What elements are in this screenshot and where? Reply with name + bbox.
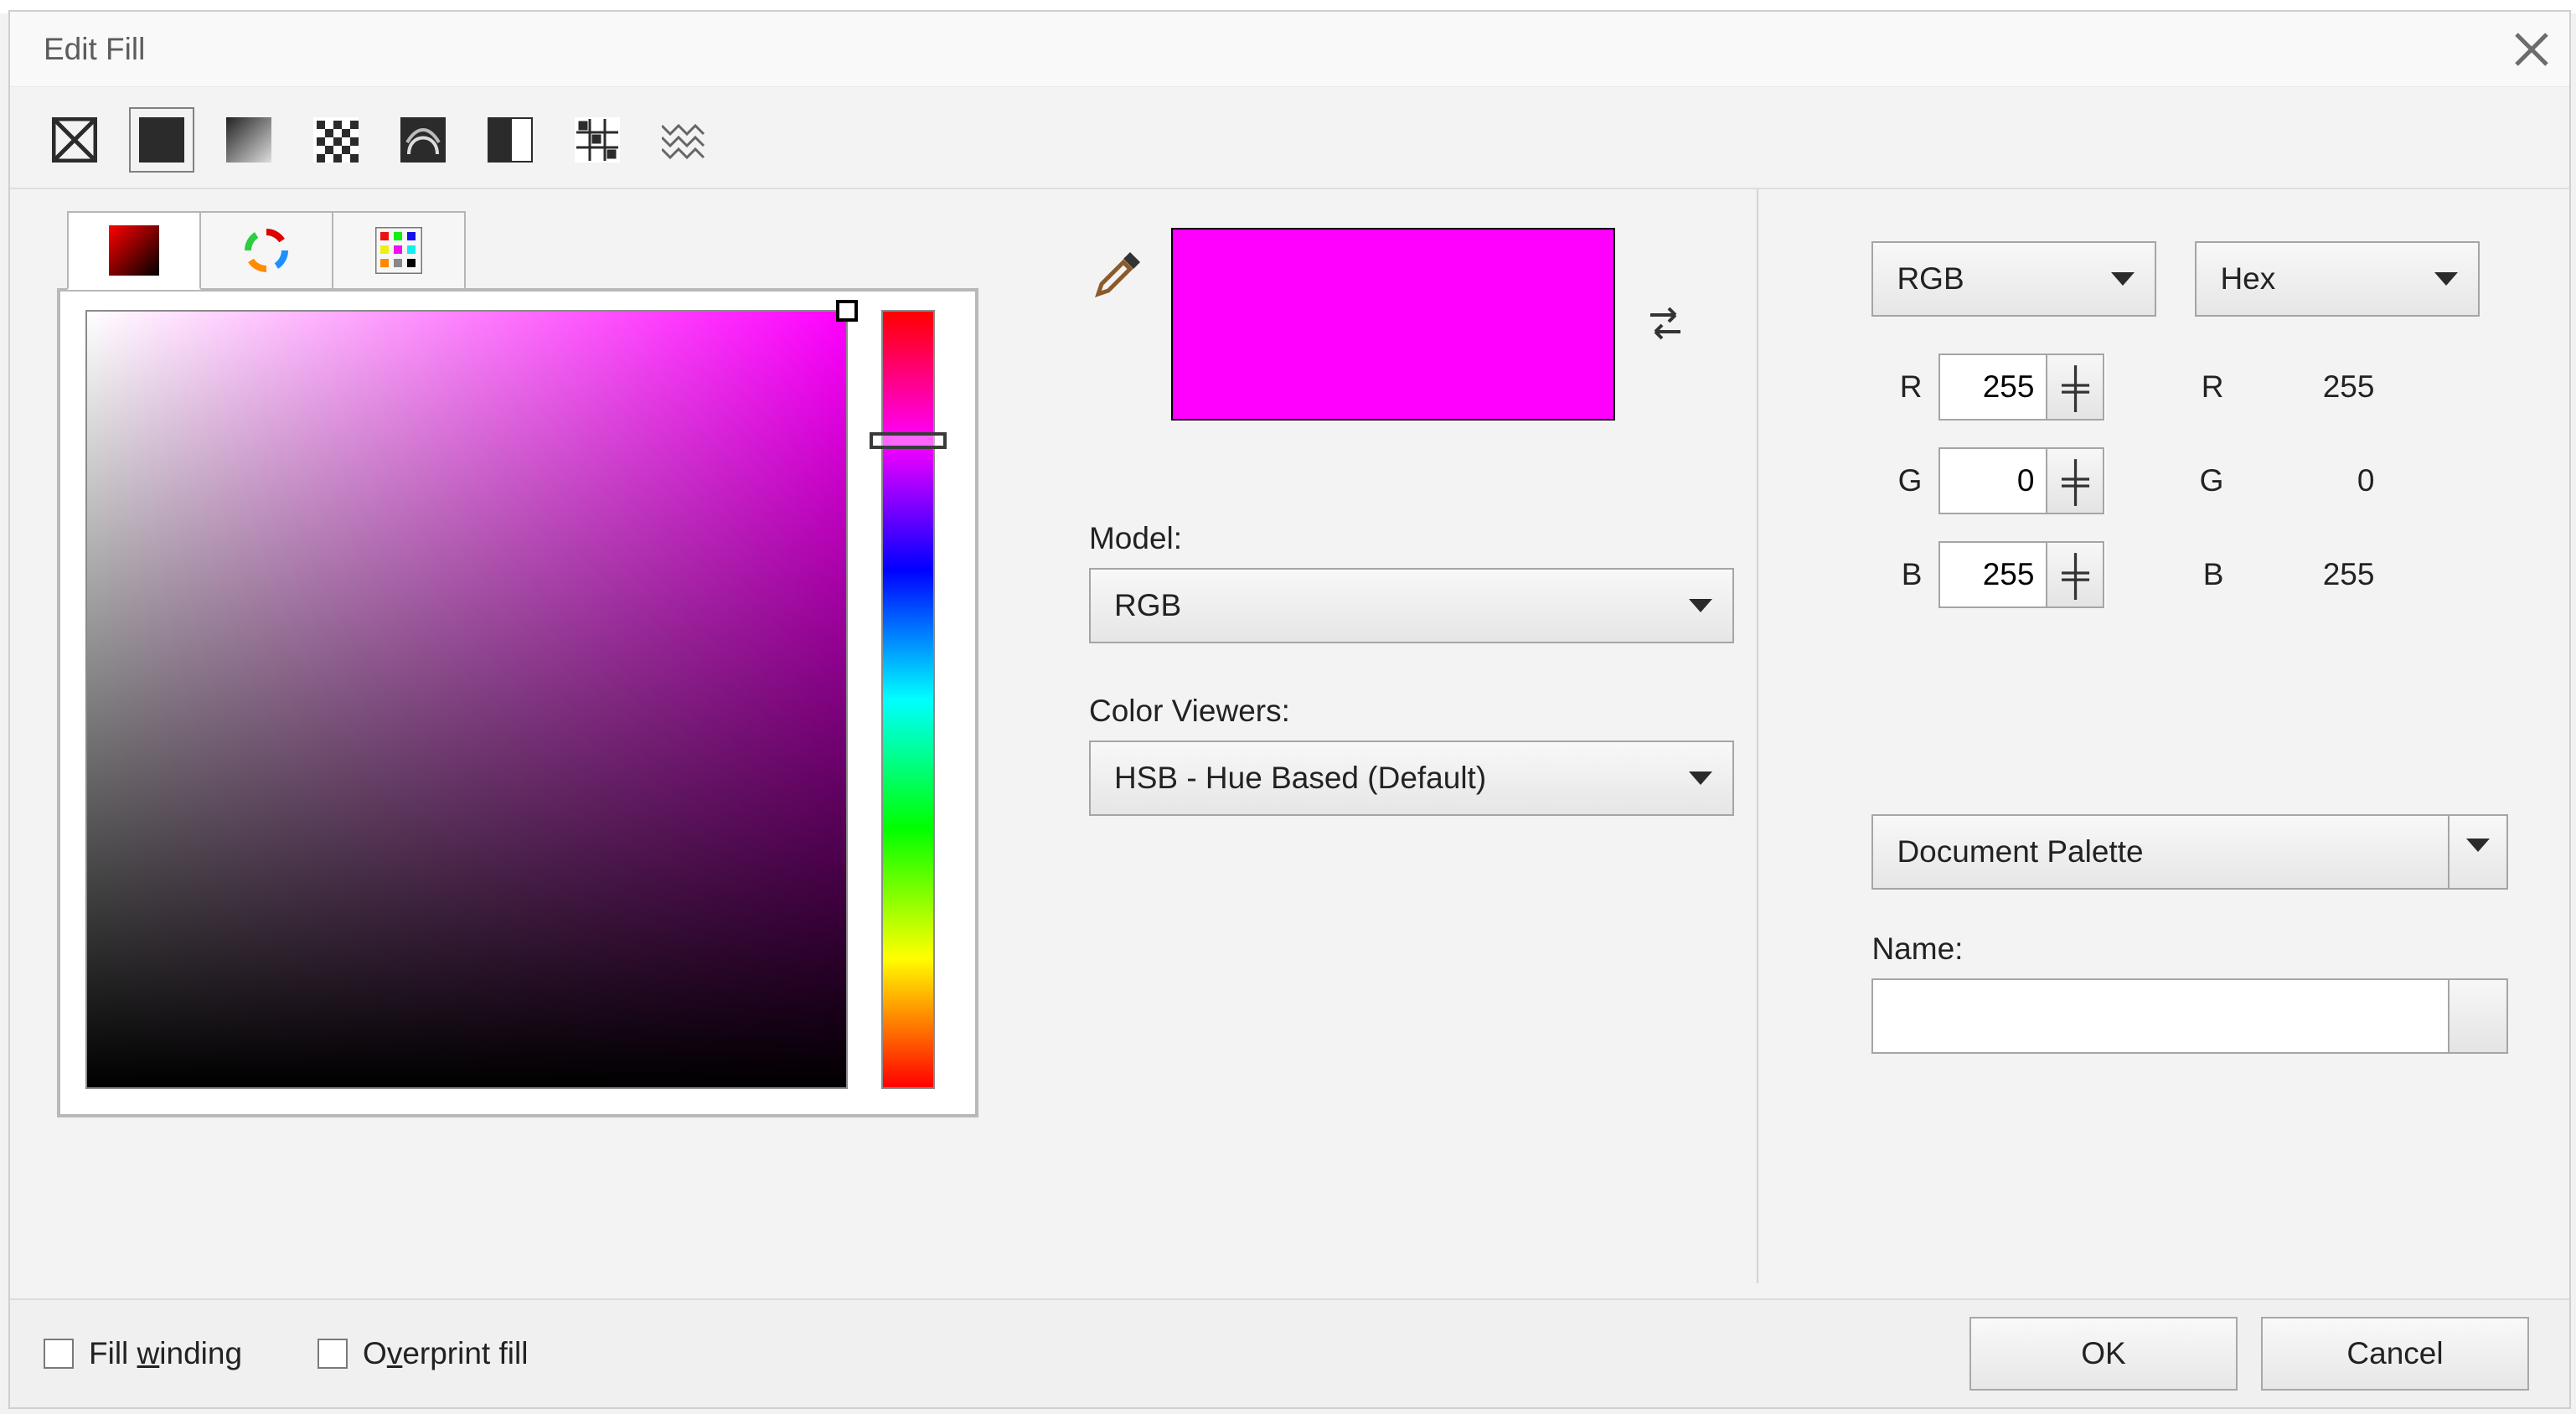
chevron-down-icon [2111, 272, 2135, 286]
postscript-fill-icon [662, 117, 707, 163]
color-viewers-label: Color Viewers: [1089, 694, 1763, 729]
texture-fill-button[interactable] [565, 107, 630, 173]
content-area: Model: RGB Color Viewers: HSB - Hue Base… [10, 189, 2569, 1300]
numeric-model-value: RGB [1897, 261, 1964, 297]
r-spin-button[interactable]: ╪ [2046, 354, 2104, 421]
g-input[interactable] [1938, 447, 2046, 514]
model-value: RGB [1114, 588, 1181, 623]
rgb-inputs: R ╪ R 255 G ╪ [1871, 340, 2537, 622]
name-dropdown-button[interactable] [2448, 980, 2506, 1052]
numeric-model-dropdown[interactable]: RGB [1871, 241, 2156, 317]
saturation-value-field[interactable] [85, 310, 848, 1089]
dialog-footer: Fill winding Overprint fill OK Cancel [10, 1298, 2569, 1407]
picker-pane [57, 211, 1039, 1283]
name-label: Name: [1871, 931, 2537, 967]
model-pane: Model: RGB Color Viewers: HSB - Hue Base… [1089, 211, 1763, 1283]
two-color-button[interactable] [478, 107, 543, 173]
titlebar: Edit Fill [10, 12, 2569, 87]
chevron-down-icon [2434, 272, 2458, 286]
uniform-fill-button[interactable] [129, 107, 194, 173]
eyedropper-button[interactable] [1089, 245, 1148, 303]
hue-marker[interactable] [870, 432, 947, 449]
chevron-down-icon [1689, 599, 1712, 612]
ok-button[interactable]: OK [1969, 1317, 2238, 1391]
color-wheel-icon [243, 227, 290, 274]
chevron-down-icon [1689, 772, 1712, 785]
b-spin-button[interactable]: ╪ [2046, 541, 2104, 608]
swap-icon [1642, 298, 1689, 345]
color-picker-box [57, 288, 978, 1117]
numeric-pane: RGB Hex R ╪ R 255 [1871, 211, 2537, 1283]
color-viewers-value: HSB - Hue Based (Default) [1114, 761, 1486, 796]
r-hex-value: 255 [2299, 369, 2374, 405]
b-input[interactable] [1938, 541, 2046, 608]
picker-tab-palettes[interactable] [332, 211, 466, 290]
hue-slider[interactable] [881, 310, 935, 1089]
checkbox-box [44, 1339, 74, 1369]
palette-grid-icon [375, 227, 422, 274]
close-button[interactable] [2511, 28, 2553, 70]
name-combo[interactable] [1871, 978, 2508, 1054]
vector-pattern-button[interactable] [303, 107, 369, 173]
fountain-fill-button[interactable] [216, 107, 281, 173]
spinner-icon: ╪ [2062, 462, 2089, 500]
fill-winding-checkbox[interactable]: Fill winding [44, 1336, 242, 1371]
r-label: R [1871, 369, 1922, 405]
edit-fill-dialog: Edit Fill [8, 10, 2571, 1409]
color-viewers-dropdown[interactable]: HSB - Hue Based (Default) [1089, 741, 1734, 816]
swap-colors-button[interactable] [1639, 295, 1692, 348]
overprint-fill-label: Overprint fill [363, 1336, 528, 1371]
hex-model-dropdown[interactable]: Hex [2195, 241, 2480, 317]
r-spinbox[interactable]: ╪ [1938, 354, 2106, 421]
g-spinbox[interactable]: ╪ [1938, 447, 2106, 514]
no-fill-icon [52, 117, 97, 163]
chevron-down-icon [2466, 839, 2490, 852]
gradient-swatch-icon [109, 225, 159, 276]
g-label: G [1871, 463, 1922, 498]
spinner-icon: ╪ [2062, 555, 2089, 594]
model-dropdown[interactable]: RGB [1089, 568, 1734, 643]
color-preview-swatch [1171, 228, 1615, 421]
cancel-button[interactable]: Cancel [2261, 1317, 2529, 1391]
palette-dropdown-button[interactable] [2448, 816, 2506, 888]
g-spin-button[interactable]: ╪ [2046, 447, 2104, 514]
picker-mode-tabs [67, 211, 1039, 290]
b-hex-label: B [2190, 557, 2223, 592]
bitmap-pattern-icon [400, 117, 446, 163]
model-label: Model: [1089, 521, 1763, 556]
vertical-divider [1757, 189, 1758, 1283]
two-color-icon [488, 117, 533, 163]
palette-value: Document Palette [1897, 834, 2143, 870]
postscript-fill-button[interactable] [652, 107, 717, 173]
r-hex-label: R [2190, 369, 2223, 405]
spinner-icon: ╪ [2062, 368, 2089, 406]
b-label: B [1871, 557, 1922, 592]
picker-tab-viewers[interactable] [67, 211, 201, 290]
name-input[interactable] [1873, 980, 2448, 1052]
g-hex-value: 0 [2299, 463, 2374, 498]
hex-model-value: Hex [2220, 261, 2275, 297]
vector-pattern-icon [313, 117, 359, 163]
checkbox-box [317, 1339, 348, 1369]
palette-dropdown[interactable]: Document Palette [1871, 814, 2508, 890]
b-hex-value: 255 [2299, 557, 2374, 592]
texture-fill-icon [575, 117, 620, 163]
picker-tab-sliders[interactable] [199, 211, 333, 290]
close-icon [2513, 31, 2550, 68]
bitmap-pattern-button[interactable] [390, 107, 456, 173]
b-spinbox[interactable]: ╪ [1938, 541, 2106, 608]
g-hex-label: G [2190, 463, 2223, 498]
fill-type-toolbar [10, 87, 2569, 189]
fountain-fill-icon [226, 117, 271, 163]
no-fill-button[interactable] [42, 107, 107, 173]
fill-winding-label: Fill winding [89, 1336, 242, 1371]
r-input[interactable] [1938, 354, 2046, 421]
eyedropper-icon [1092, 247, 1145, 301]
sv-marker[interactable] [836, 300, 858, 322]
dialog-title: Edit Fill [44, 32, 145, 67]
uniform-fill-icon [139, 117, 184, 163]
overprint-fill-checkbox[interactable]: Overprint fill [317, 1336, 528, 1371]
